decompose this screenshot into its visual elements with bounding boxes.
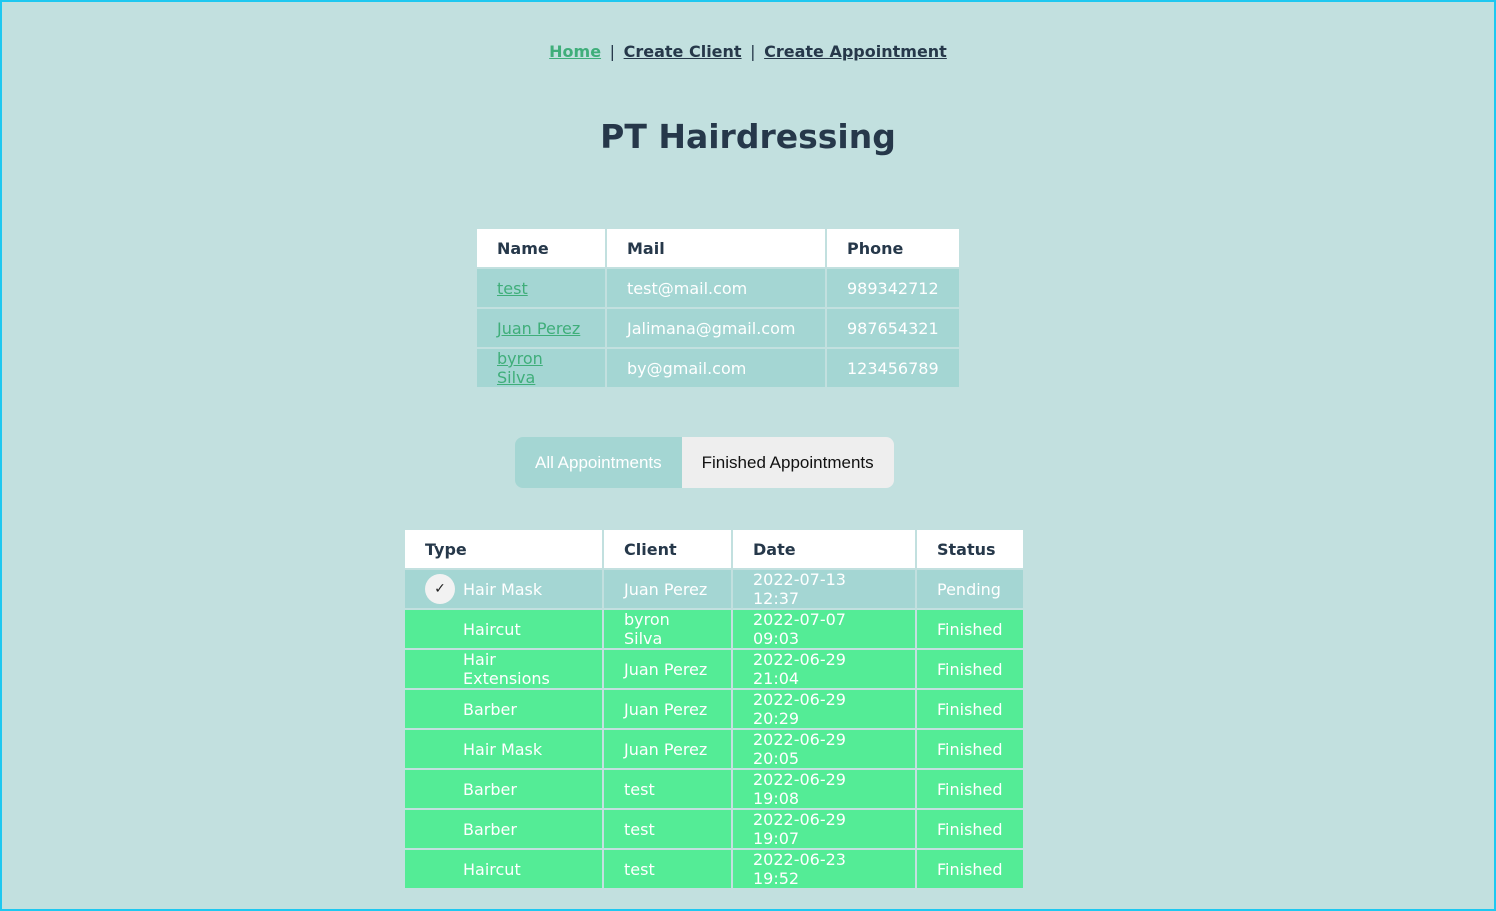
appointment-status-cell: Finished — [915, 848, 1025, 890]
appointment-date-cell: 2022-06-29 20:05 — [731, 728, 917, 770]
appointment-date-cell: 2022-07-13 12:37 — [731, 568, 917, 610]
appointment-type-cell: Barber — [403, 688, 604, 730]
client-phone-cell: 123456789 — [825, 347, 961, 389]
appointment-type-cell: Haircut — [403, 608, 604, 650]
table-row: byron Silva by@gmail.com 123456789 — [475, 347, 961, 389]
appointment-client-cell: Juan Perez — [602, 648, 733, 690]
client-name-link[interactable]: byron Silva — [497, 349, 543, 387]
appointment-status-cell: Finished — [915, 648, 1025, 690]
nav-create-appointment-link[interactable]: Create Appointment — [764, 42, 947, 61]
column-header-mail: Mail — [605, 227, 827, 269]
page-title: PT Hairdressing — [600, 117, 896, 156]
column-header-name: Name — [475, 227, 607, 269]
client-name-cell: test — [475, 267, 607, 309]
appointment-date-cell: 2022-06-29 19:08 — [731, 768, 917, 810]
appointment-status-cell: Finished — [915, 808, 1025, 850]
nav-create-client-link[interactable]: Create Client — [624, 42, 742, 61]
appointment-type-cell: ✓ Hair Mask — [403, 568, 604, 610]
client-name-link[interactable]: Juan Perez — [497, 319, 580, 338]
client-mail-cell: Jalimana@gmail.com — [605, 307, 827, 349]
appointment-client-cell: test — [602, 768, 733, 810]
client-phone-cell: 989342712 — [825, 267, 961, 309]
tab-finished-appointments[interactable]: Finished Appointments — [681, 437, 894, 488]
client-name-link[interactable]: test — [497, 279, 528, 298]
tab-all-appointments[interactable]: All Appointments — [515, 437, 682, 488]
appointments-table: Type Client Date Status ✓ Hair Mask Juan… — [403, 528, 1025, 890]
appointment-date-cell: 2022-07-07 09:03 — [731, 608, 917, 650]
appointment-type-cell: Barber — [403, 768, 604, 810]
nav-home-link[interactable]: Home — [549, 42, 601, 61]
table-row: Barber Juan Perez 2022-06-29 20:29 Finis… — [403, 688, 1025, 730]
check-icon[interactable]: ✓ — [425, 574, 455, 604]
column-header-type: Type — [403, 528, 604, 570]
appointment-client-cell: Juan Perez — [602, 568, 733, 610]
nav-separator: | — [609, 42, 616, 61]
nav-separator: | — [750, 42, 756, 61]
appointment-status-cell: Finished — [915, 688, 1025, 730]
clients-header-row: Name Mail Phone — [475, 227, 961, 269]
table-row: Hair Mask Juan Perez 2022-06-29 20:05 Fi… — [403, 728, 1025, 770]
column-header-client: Client — [602, 528, 733, 570]
appointment-status-cell: Pending — [915, 568, 1025, 610]
appointment-tabs: All Appointments Finished Appointments — [515, 437, 894, 488]
appointment-date-cell: 2022-06-23 19:52 — [731, 848, 917, 890]
appointment-client-cell: Juan Perez — [602, 688, 733, 730]
clients-table: Name Mail Phone test test@mail.com 98934… — [475, 227, 961, 389]
appointment-client-cell: test — [602, 848, 733, 890]
table-row: test test@mail.com 989342712 — [475, 267, 961, 309]
appointment-client-cell: byron Silva — [602, 608, 733, 650]
appointment-client-cell: Juan Perez — [602, 728, 733, 770]
column-header-status: Status — [915, 528, 1025, 570]
appointment-date-cell: 2022-06-29 21:04 — [731, 648, 917, 690]
appointment-date-cell: 2022-06-29 20:29 — [731, 688, 917, 730]
appointment-type-cell: Hair Mask — [403, 728, 604, 770]
client-name-cell: Juan Perez — [475, 307, 607, 349]
column-header-date: Date — [731, 528, 917, 570]
appointments-header-row: Type Client Date Status — [403, 528, 1025, 570]
top-nav: Home | Create Client | Create Appointmen… — [2, 42, 1494, 61]
client-name-cell: byron Silva — [475, 347, 607, 389]
appointment-client-cell: test — [602, 808, 733, 850]
table-row: ✓ Hair Mask Juan Perez 2022-07-13 12:37 … — [403, 568, 1025, 610]
table-row: Haircut byron Silva 2022-07-07 09:03 Fin… — [403, 608, 1025, 650]
client-phone-cell: 987654321 — [825, 307, 961, 349]
appointment-date-cell: 2022-06-29 19:07 — [731, 808, 917, 850]
column-header-phone: Phone — [825, 227, 961, 269]
appointment-status-cell: Finished — [915, 728, 1025, 770]
appointment-type-label: Hair Mask — [463, 579, 543, 599]
client-mail-cell: test@mail.com — [605, 267, 827, 309]
client-mail-cell: by@gmail.com — [605, 347, 827, 389]
table-row: Juan Perez Jalimana@gmail.com 987654321 — [475, 307, 961, 349]
table-row: Haircut test 2022-06-23 19:52 Finished — [403, 848, 1025, 890]
table-row: Barber test 2022-06-29 19:07 Finished — [403, 808, 1025, 850]
table-row: Hair Extensions Juan Perez 2022-06-29 21… — [403, 648, 1025, 690]
appointment-status-cell: Finished — [915, 608, 1025, 650]
appointment-type-cell: Haircut — [403, 848, 604, 890]
appointment-status-cell: Finished — [915, 768, 1025, 810]
appointment-type-cell: Barber — [403, 808, 604, 850]
table-row: Barber test 2022-06-29 19:08 Finished — [403, 768, 1025, 810]
appointment-type-cell: Hair Extensions — [403, 648, 604, 690]
